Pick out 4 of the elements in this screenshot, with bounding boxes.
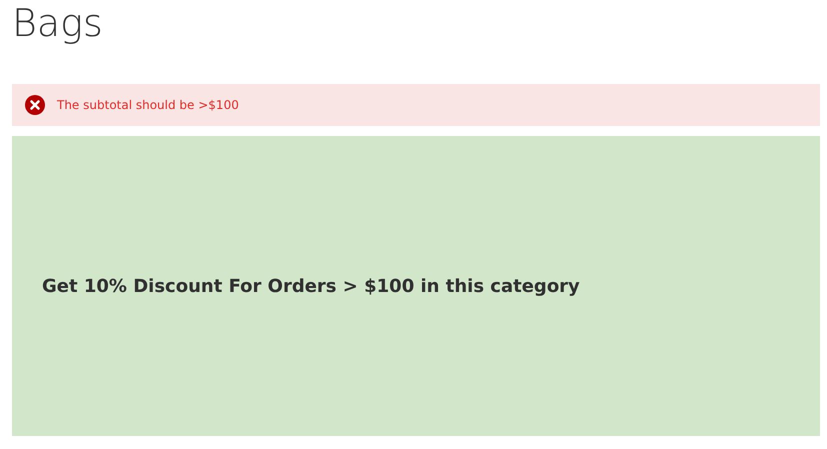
error-icon — [25, 95, 45, 115]
error-message: The subtotal should be >$100 — [57, 97, 239, 114]
promo-text: Get 10% Discount For Orders > $100 in this category — [42, 274, 580, 298]
page-title: Bags — [12, 0, 104, 46]
